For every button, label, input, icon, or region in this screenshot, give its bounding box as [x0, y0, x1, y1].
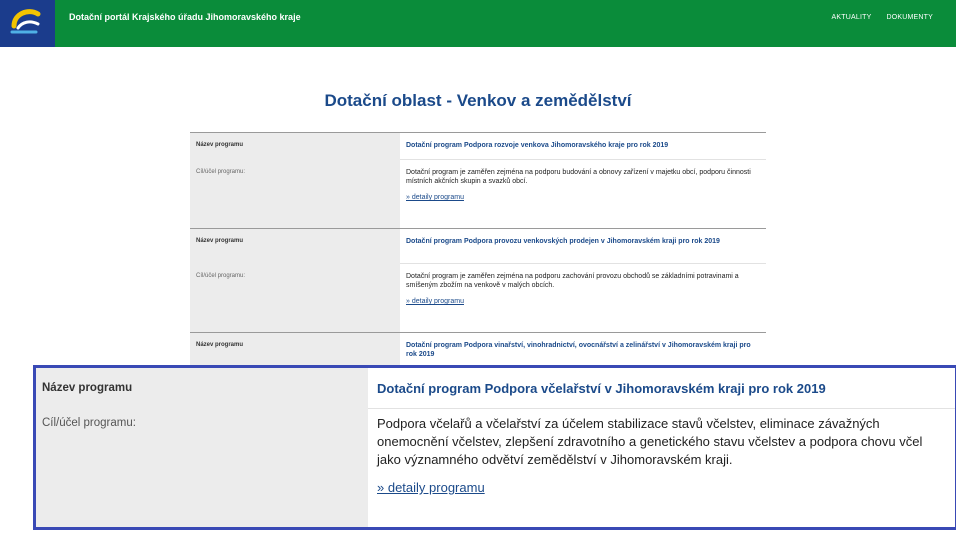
program-details-link[interactable]: » detaily programu — [406, 193, 464, 202]
zoomed-program-highlight: Název programu Dotační program Podpora v… — [33, 365, 956, 530]
nav-aktuality[interactable]: AKTUALITY — [832, 14, 872, 21]
site-title[interactable]: Dotační portál Krajského úřadu Jihomorav… — [69, 12, 301, 22]
region-logo-icon — [10, 9, 41, 34]
zoom-goal-label: Cíl/účel programu: — [36, 409, 368, 527]
program-table: Název programu Dotační program Podpora r… — [190, 132, 766, 373]
zoom-details-link[interactable]: » detaily programu — [377, 479, 485, 497]
zoom-program-name: Dotační program Podpora včelařství v Jih… — [368, 368, 955, 409]
zoom-name-label: Název programu — [36, 368, 368, 409]
zoom-goal-row: Cíl/účel programu: Podpora včelařů a vče… — [36, 409, 955, 527]
program-item: Název programu Dotační program Podpora p… — [190, 228, 766, 332]
program-name-label: Název programu — [190, 229, 400, 264]
program-item: Název programu Dotační program Podpora r… — [190, 132, 766, 228]
program-name-row: Název programu Dotační program Podpora p… — [190, 229, 766, 264]
program-name-label: Název programu — [190, 133, 400, 160]
program-name-row: Název programu Dotační program Podpora r… — [190, 133, 766, 160]
page-title: Dotační oblast - Venkov a zemědělství — [324, 91, 632, 110]
program-goal-label: Cíl/účel programu: — [190, 160, 400, 228]
zoom-name-row: Název programu Dotační program Podpora v… — [36, 368, 955, 409]
program-goal-label: Cíl/účel programu: — [190, 264, 400, 332]
zoom-program-goal: Podpora včelařů a včelařství za účelem s… — [377, 416, 923, 467]
program-goal-row: Cíl/účel programu: Dotační program je za… — [190, 264, 766, 332]
main-nav: AKTUALITY DOKUMENTY — [832, 14, 933, 21]
program-goal: Dotační program je zaměřen zejména na po… — [406, 169, 751, 185]
program-goal-row: Cíl/účel programu: Dotační program je za… — [190, 160, 766, 228]
program-goal: Dotační program je zaměřen zejména na po… — [406, 273, 739, 289]
program-name: Dotační program Podpora provozu venkovsk… — [400, 229, 766, 264]
logo[interactable] — [0, 0, 55, 47]
program-details-link[interactable]: » detaily programu — [406, 297, 464, 306]
top-header: Dotační portál Krajského úřadu Jihomorav… — [0, 0, 956, 47]
program-name: Dotační program Podpora rozvoje venkova … — [400, 133, 766, 160]
nav-dokumenty[interactable]: DOKUMENTY — [886, 14, 933, 21]
